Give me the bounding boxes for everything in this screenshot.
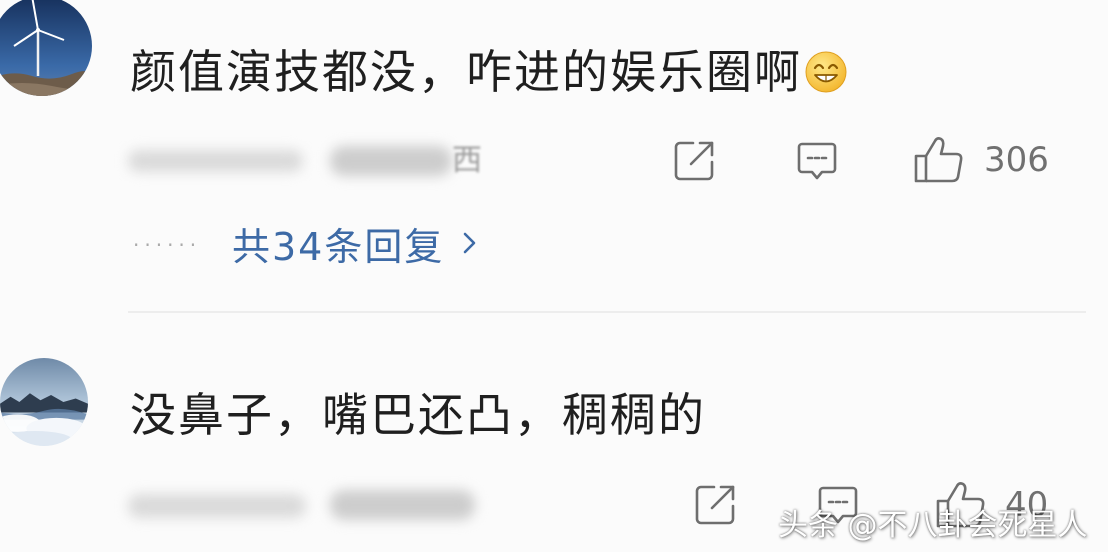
comment-icon — [797, 142, 837, 180]
comment-1-reply-button[interactable] — [794, 138, 840, 184]
comment-2-share-button[interactable] — [692, 482, 738, 528]
comment-list: 颜值演技都没，咋进的娱乐圈啊 西 306 ······ 共34条回复 没鼻子，嘴… — [0, 0, 1108, 552]
comment-2-text: 没鼻子，嘴巴还凸，稠稠的 — [130, 385, 706, 445]
share-icon — [695, 485, 735, 525]
grin-emoji-icon — [805, 51, 847, 93]
comment-divider — [128, 311, 1086, 313]
reply-thread-dots: ······ — [133, 233, 202, 257]
comment-1-like-count: 306 — [984, 140, 1049, 180]
avatar-wind-turbine-image — [0, 0, 92, 96]
chevron-right-icon — [464, 232, 476, 254]
view-replies-label: 共34条回复 — [232, 224, 445, 269]
view-replies-link[interactable]: 共34条回复 — [232, 218, 478, 269]
blurred-meta-segment — [330, 146, 452, 176]
blurred-meta-segment — [330, 490, 475, 520]
comment-1-body: 颜值演技都没，咋进的娱乐圈啊 — [130, 45, 802, 99]
avatar[interactable] — [0, 358, 88, 446]
blurred-meta-segment — [128, 150, 303, 172]
comment-1-avatar-frame[interactable] — [0, 0, 92, 98]
comment-1-share-button[interactable] — [671, 138, 717, 184]
comment-1-meta-tail: 西 — [452, 143, 482, 178]
comment-1-text: 颜值演技都没，咋进的娱乐圈啊 — [130, 42, 848, 102]
share-icon — [674, 141, 714, 181]
avatar-sky-clouds-image — [0, 358, 88, 446]
source-watermark: 头条 @不八卦会死星人 — [778, 508, 1088, 543]
thumb-up-icon — [914, 137, 963, 183]
comment-1-like-button[interactable]: 306 — [912, 135, 1049, 185]
blurred-meta-segment — [128, 494, 306, 518]
avatar[interactable] — [0, 0, 92, 96]
comment-2-body: 没鼻子，嘴巴还凸，稠稠的 — [130, 388, 706, 442]
